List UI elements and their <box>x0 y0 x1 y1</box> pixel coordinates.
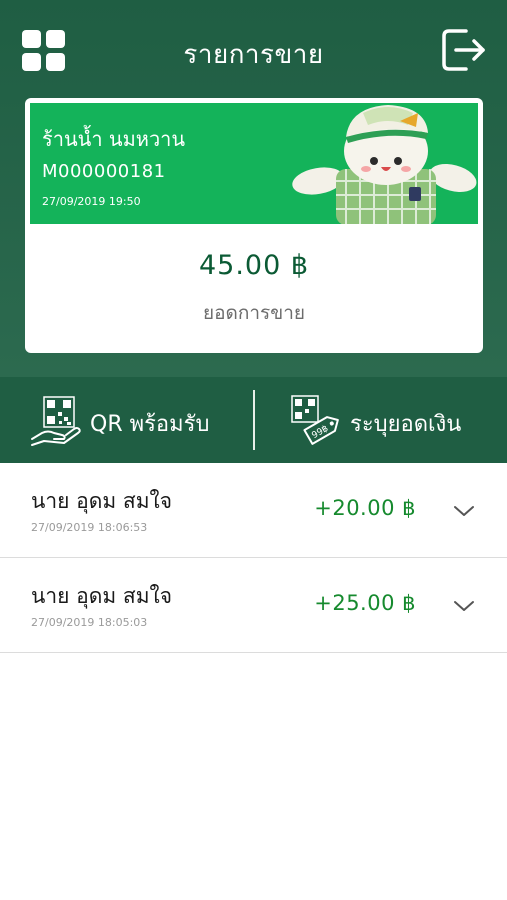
total-sales-label: ยอดการขาย <box>202 302 306 324</box>
payer-name: นาย อุดม สมใจ <box>31 489 173 513</box>
merchant-id: M000000181 <box>42 161 166 182</box>
action-bar: QR พร้อมรับ 99฿ ระบุยอดเงิน <box>0 377 507 463</box>
sales-summary-card: ร้านน้ำ นมหวาน M000000181 27/09/2019 19:… <box>25 98 483 353</box>
list-item[interactable]: นาย อุดม สมใจ 27/09/2019 18:05:03 +25.00… <box>0 558 507 653</box>
shop-name: ร้านน้ำ นมหวาน <box>42 127 186 151</box>
transaction-list: นาย อุดม สมใจ 27/09/2019 18:06:53 +20.00… <box>0 463 507 653</box>
specify-amount-label: ระบุยอดเงิน <box>350 412 462 437</box>
mascot-illustration <box>292 105 477 224</box>
transaction-amount: +20.00 ฿ <box>314 496 416 520</box>
chevron-down-icon[interactable] <box>452 503 476 519</box>
qr-hand-icon <box>31 396 81 446</box>
qr-receive-button[interactable]: QR พร้อมรับ <box>0 377 252 463</box>
total-sales-amount: 45.00 ฿ <box>198 250 310 281</box>
logout-icon[interactable] <box>440 27 488 73</box>
payer-name: นาย อุดม สมใจ <box>31 584 173 608</box>
qr-receive-label: QR พร้อมรับ <box>90 412 210 437</box>
transaction-amount: +25.00 ฿ <box>314 591 416 615</box>
chevron-down-icon[interactable] <box>452 598 476 614</box>
header-area: รายการขาย ร้านน้ำ นมหวาน M000000181 27/0… <box>0 0 507 377</box>
shop-banner: ร้านน้ำ นมหวาน M000000181 27/09/2019 19:… <box>30 103 478 224</box>
list-item[interactable]: นาย อุดม สมใจ 27/09/2019 18:06:53 +20.00… <box>0 463 507 558</box>
qr-price-tag-icon: 99฿ <box>291 395 339 445</box>
page-title: รายการขาย <box>183 40 324 70</box>
card-datetime: 27/09/2019 19:50 <box>42 195 141 208</box>
specify-amount-button[interactable]: 99฿ ระบุยอดเงิน <box>255 377 507 463</box>
transaction-time: 27/09/2019 18:06:53 <box>31 521 148 534</box>
transaction-time: 27/09/2019 18:05:03 <box>31 616 148 629</box>
app-header: รายการขาย <box>0 0 507 100</box>
